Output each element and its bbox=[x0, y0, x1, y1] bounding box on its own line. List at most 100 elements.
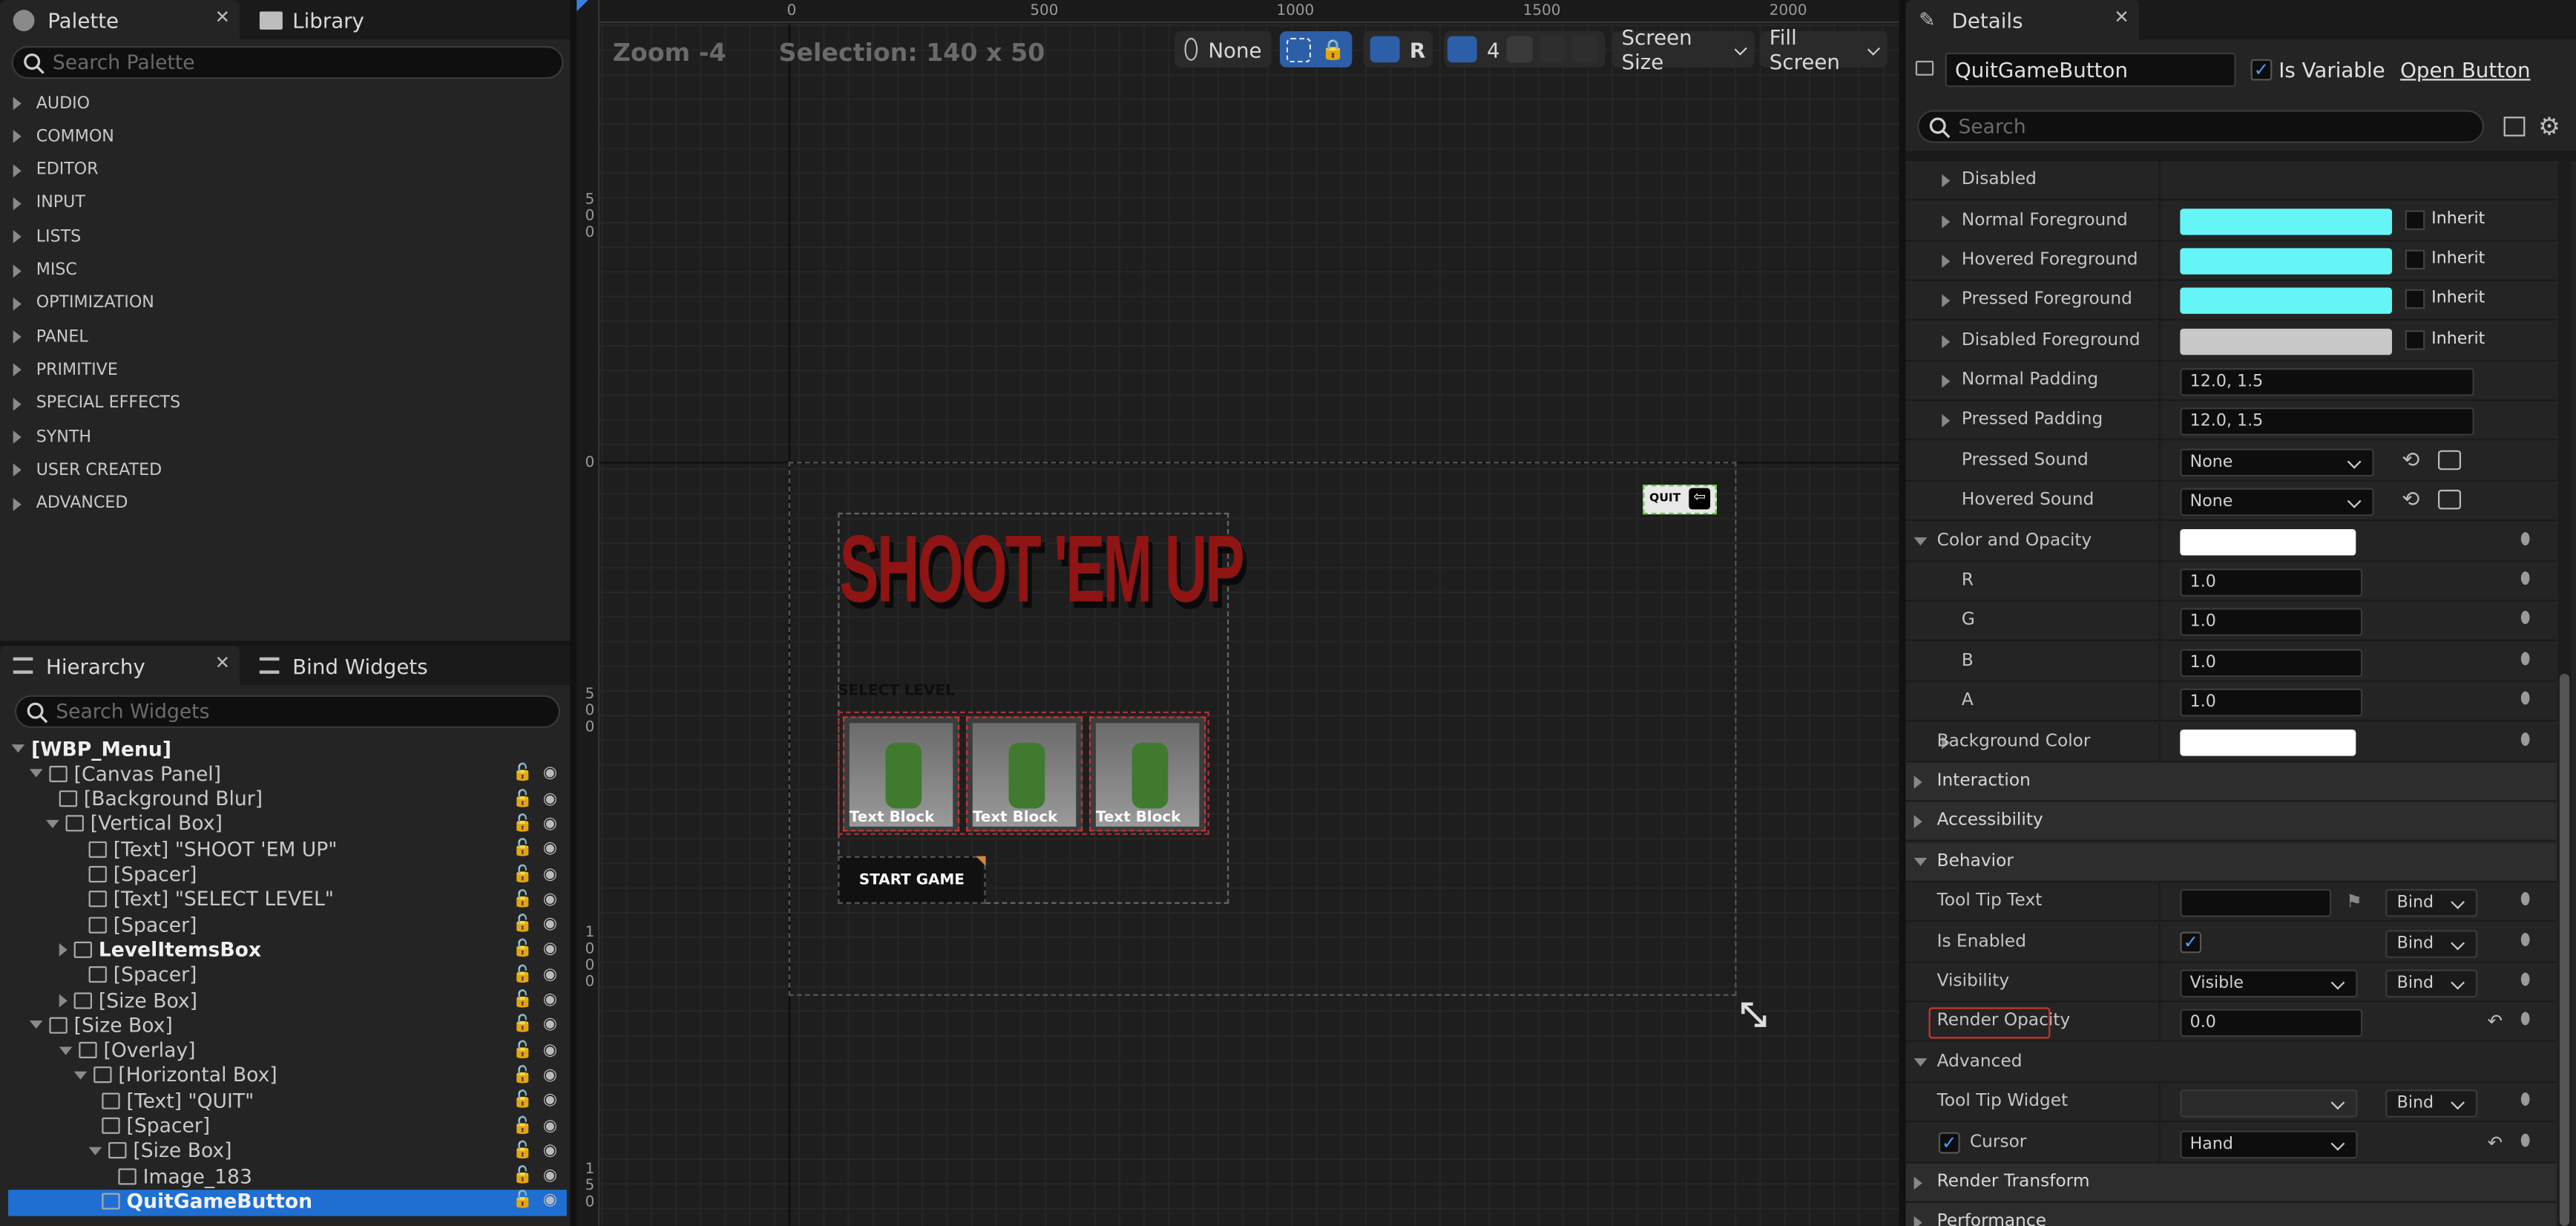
pin-icon[interactable]: ⬮ bbox=[2520, 891, 2531, 908]
eye-icon[interactable]: ◉ bbox=[543, 1141, 557, 1159]
eye-icon[interactable]: ◉ bbox=[543, 764, 557, 782]
hovered-sound-dropdown[interactable]: None bbox=[2180, 488, 2374, 517]
eye-icon[interactable]: ◉ bbox=[543, 1167, 557, 1184]
grid-snap-icon[interactable] bbox=[1447, 36, 1477, 63]
select-level-label[interactable]: SELECT LEVEL bbox=[838, 684, 954, 700]
pressed-sound-dropdown[interactable]: None bbox=[2180, 448, 2374, 477]
cursor-icon[interactable] bbox=[1506, 36, 1533, 63]
widget-name-input[interactable]: QuitGameButton bbox=[1945, 52, 2236, 88]
inherit-checkbox[interactable] bbox=[2405, 249, 2425, 270]
pin-icon[interactable]: ⬮ bbox=[2520, 971, 2531, 989]
cursor-dropdown[interactable]: Hand bbox=[2180, 1130, 2358, 1159]
hierarchy-item[interactable]: [Vertical Box] bbox=[46, 812, 559, 836]
channel-r-field[interactable]: 1.0 bbox=[2180, 568, 2363, 597]
level-item-card[interactable]: Text Block bbox=[1089, 716, 1206, 832]
channel-g-field[interactable]: 1.0 bbox=[2180, 608, 2363, 636]
unlock-icon[interactable]: 🔓 bbox=[513, 940, 533, 958]
eye-icon[interactable]: ◉ bbox=[543, 940, 557, 958]
pin-icon[interactable]: ⬮ bbox=[2520, 731, 2531, 749]
palette-category-input[interactable]: INPUT bbox=[13, 187, 85, 220]
unlock-icon[interactable]: 🔓 bbox=[513, 1167, 533, 1184]
palette-category-common[interactable]: COMMON bbox=[13, 120, 114, 153]
hierarchy-item[interactable]: [Overlay] bbox=[59, 1038, 559, 1063]
palette-category-primitive[interactable]: PRIMITIVE bbox=[13, 354, 118, 387]
close-icon[interactable]: ✕ bbox=[215, 7, 230, 28]
use-selected-icon[interactable]: ⟲ bbox=[2402, 449, 2419, 473]
chevron-down-icon[interactable] bbox=[73, 1071, 88, 1080]
chevron-right-icon[interactable] bbox=[59, 993, 68, 1007]
palette-category-synth[interactable]: SYNTH bbox=[13, 421, 91, 453]
chevron-down-icon[interactable] bbox=[46, 819, 59, 828]
flip-icon[interactable] bbox=[1571, 36, 1599, 63]
section-accessibility[interactable]: Accessibility bbox=[1905, 802, 2557, 842]
chevron-down-icon[interactable] bbox=[59, 1046, 73, 1055]
chevron-down-icon[interactable] bbox=[1913, 1058, 1928, 1067]
eye-icon[interactable]: ◉ bbox=[543, 891, 557, 908]
chevron-right-icon[interactable] bbox=[1942, 414, 1951, 427]
browse-folder-icon[interactable] bbox=[2438, 489, 2462, 510]
chevron-right-icon[interactable] bbox=[1942, 294, 1951, 308]
inherit-checkbox[interactable] bbox=[2405, 330, 2425, 350]
pin-icon[interactable]: ⬮ bbox=[2520, 1091, 2531, 1109]
unlock-icon[interactable]: 🔓 bbox=[513, 1141, 533, 1159]
quit-game-button[interactable]: QUIT ⇦ bbox=[1643, 485, 1717, 515]
color-swatch[interactable] bbox=[2180, 730, 2356, 756]
pin-icon[interactable]: ⬮ bbox=[2520, 531, 2531, 548]
eye-icon[interactable]: ◉ bbox=[543, 1092, 557, 1109]
pin-icon[interactable]: ⬮ bbox=[2520, 1011, 2531, 1029]
level-item-card[interactable]: Text Block bbox=[842, 716, 960, 832]
color-swatch[interactable] bbox=[2180, 209, 2393, 235]
fill-screen-dropdown[interactable]: Fill Screen bbox=[1759, 24, 1888, 74]
unlock-icon[interactable]: 🔓 bbox=[513, 1066, 533, 1084]
hierarchy-item[interactable]: [Text] "SELECT LEVEL" bbox=[76, 887, 559, 911]
open-button-link[interactable]: Open Button bbox=[2400, 58, 2530, 82]
section-behavior[interactable]: Behavior bbox=[1905, 842, 2557, 883]
hierarchy-item[interactable]: [Spacer] bbox=[76, 862, 559, 886]
palette-category-panel[interactable]: PANEL bbox=[13, 321, 88, 353]
hierarchy-item[interactable]: [Size Box] bbox=[59, 988, 559, 1012]
chevron-right-icon[interactable] bbox=[1942, 215, 1951, 229]
eye-icon[interactable]: ◉ bbox=[543, 1192, 557, 1210]
render-opacity-field[interactable]: 0.0 bbox=[2180, 1009, 2363, 1037]
unlock-icon[interactable]: 🔓 bbox=[513, 966, 533, 983]
details-scrollbar-thumb[interactable] bbox=[2559, 673, 2570, 1226]
unlock-icon[interactable]: 🔓 bbox=[513, 1117, 533, 1135]
hierarchy-item[interactable]: [Text] "QUIT" bbox=[89, 1088, 559, 1112]
close-icon[interactable]: ✕ bbox=[215, 652, 230, 674]
unlock-icon[interactable]: 🔓 bbox=[513, 991, 533, 1009]
hierarchy-search-input[interactable]: Search Widgets bbox=[14, 695, 561, 728]
pin-icon[interactable]: ⬮ bbox=[2520, 570, 2531, 588]
pin-icon[interactable]: ⬮ bbox=[2520, 610, 2531, 628]
pressed-padding-field[interactable]: 12.0, 1.5 bbox=[2180, 407, 2474, 436]
hierarchy-item[interactable]: [Spacer] bbox=[76, 963, 559, 987]
reset-arrow-icon[interactable]: ↶ bbox=[2487, 1011, 2502, 1032]
palette-category-audio[interactable]: AUDIO bbox=[13, 87, 90, 119]
splitter[interactable] bbox=[0, 640, 571, 646]
browse-folder-icon[interactable] bbox=[2438, 450, 2462, 471]
pin-icon[interactable]: ⬮ bbox=[2520, 1132, 2531, 1150]
unlock-icon[interactable]: 🔓 bbox=[513, 1092, 533, 1109]
chevron-right-icon[interactable] bbox=[1942, 255, 1951, 268]
unlock-icon[interactable]: 🔓 bbox=[513, 764, 533, 782]
level-item-card[interactable]: Text Block bbox=[966, 716, 1083, 832]
marquee-icon[interactable] bbox=[1286, 36, 1312, 62]
palette-search-input[interactable]: Search Palette bbox=[11, 46, 564, 79]
eye-icon[interactable]: ◉ bbox=[543, 865, 557, 883]
eye-icon[interactable]: ◉ bbox=[543, 1117, 557, 1135]
eye-icon[interactable]: ◉ bbox=[543, 840, 557, 858]
visibility-dropdown[interactable]: Visible bbox=[2180, 969, 2358, 998]
hierarchy-item[interactable]: [Size Box] bbox=[29, 1013, 559, 1037]
designer-viewport[interactable]: 0 500 1000 1500 2000 5 0 0 0 5 0 0 1 0 0 0 1 5 0… bbox=[576, 0, 1899, 1226]
splitter[interactable] bbox=[1899, 0, 1906, 1226]
hierarchy-item[interactable]: [Spacer] bbox=[89, 1113, 559, 1138]
unlock-icon[interactable]: 🔓 bbox=[513, 891, 533, 908]
chevron-down-icon[interactable] bbox=[1913, 537, 1928, 546]
normal-padding-field[interactable]: 12.0, 1.5 bbox=[2180, 368, 2474, 396]
lock-icon[interactable]: 🔒 bbox=[1321, 38, 1345, 61]
tab-library[interactable]: Library bbox=[246, 0, 444, 39]
inherit-checkbox[interactable] bbox=[2405, 289, 2425, 309]
palette-category-misc[interactable]: MISC bbox=[13, 254, 77, 286]
hierarchy-item[interactable]: QuitGameButton bbox=[89, 1189, 559, 1213]
bind-dropdown[interactable]: Bind bbox=[2385, 1089, 2478, 1118]
inherit-checkbox[interactable] bbox=[2405, 210, 2425, 231]
